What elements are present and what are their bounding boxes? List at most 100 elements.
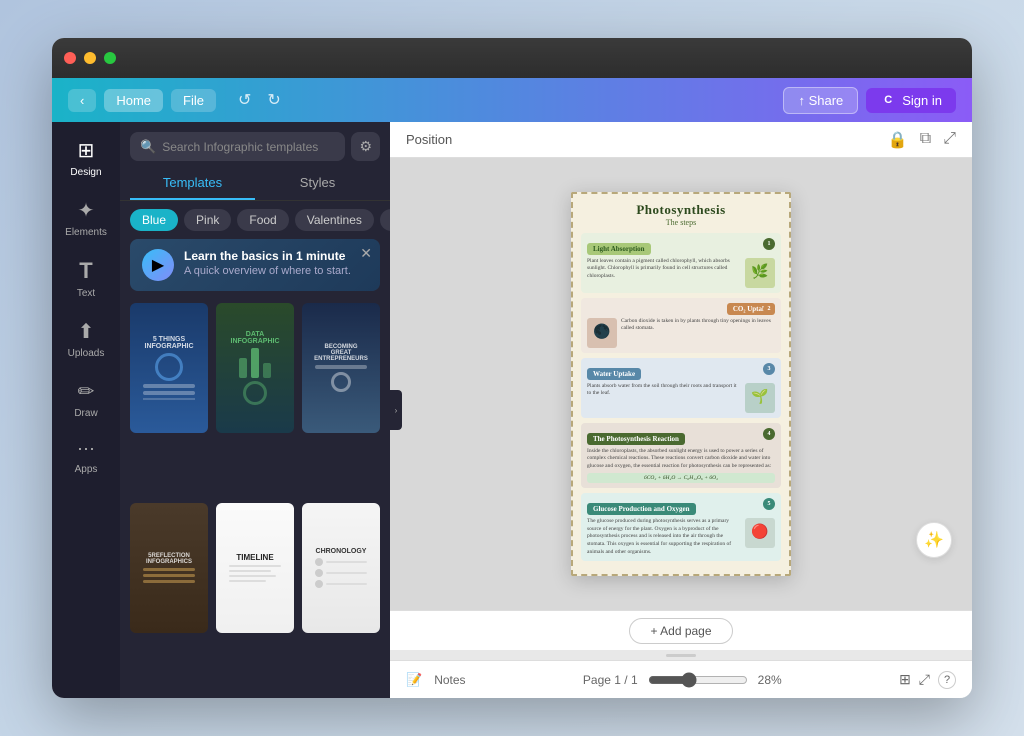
canvas-viewport[interactable]: Photosynthesis The steps 1 Light Absorpt… [390, 158, 972, 610]
lock-icon[interactable]: 🔒 [888, 130, 908, 150]
step-4: 4 The Photosynthesis Reaction Inside the… [581, 423, 781, 488]
minimize-button[interactable] [84, 52, 96, 64]
filter-chips: Blue Pink Food Valentines Bi › [120, 201, 390, 239]
notes-label[interactable]: Notes [434, 673, 465, 687]
bottom-bar-right: ⊞ ⤢ ? [899, 671, 956, 689]
tab-styles[interactable]: Styles [255, 167, 380, 200]
magic-button[interactable]: ✨ [916, 522, 952, 558]
card-circle [331, 372, 351, 392]
add-page-button[interactable]: + Add page [629, 618, 732, 644]
uploads-label: Uploads [68, 348, 105, 359]
help-icon[interactable]: ? [938, 671, 956, 689]
position-label: Position [406, 132, 452, 147]
titlebar [52, 38, 972, 78]
file-label: File [183, 93, 204, 108]
step3-header: Water Uptake [587, 368, 641, 380]
template-card[interactable]: TIMELINE [216, 503, 294, 633]
card-circle [155, 353, 183, 381]
promo-subtitle: A quick overview of where to start. [184, 265, 368, 277]
share-button[interactable]: ↑ Share [783, 87, 858, 114]
card-content: TIMELINE [216, 503, 294, 633]
add-page-bar: + Add page [390, 610, 972, 650]
step1-text: Plant leaves contain a pigment called ch… [587, 258, 741, 281]
search-input-wrap[interactable]: 🔍 [130, 132, 345, 161]
close-button[interactable] [64, 52, 76, 64]
signin-button[interactable]: C Sign in [866, 88, 956, 113]
step2-img: 🌑 [587, 318, 617, 348]
panel-toggle[interactable]: › [390, 390, 402, 430]
template-card[interactable]: 5REFLECTIONINFOGRAPHICS [130, 503, 208, 633]
expand-icon[interactable]: ⤢ [943, 130, 956, 150]
step2-row: 🌑 Carbon dioxide is taken in by plants t… [587, 318, 775, 348]
copy-canvas-icon[interactable]: ⧉ [920, 130, 931, 150]
page-slider[interactable] [648, 672, 748, 688]
tab-row: Templates Styles [120, 167, 390, 201]
template-card[interactable]: DATAINFOGRAPHIC [216, 303, 294, 433]
infographic: Photosynthesis The steps 1 Light Absorpt… [571, 192, 791, 577]
back-button[interactable]: ‹ [68, 89, 96, 112]
search-bar: 🔍 ⚙ [120, 122, 390, 167]
sidebar-item-apps[interactable]: ⋯ Apps [58, 431, 114, 483]
template-card[interactable]: CHRONOLOGY [302, 503, 380, 633]
card-bar [143, 391, 196, 395]
chip-valentines[interactable]: Valentines [295, 209, 374, 231]
card-line [143, 398, 196, 400]
sidebar-item-text[interactable]: T Text [58, 250, 114, 307]
template-card[interactable]: 5 THINGSINFOGRAPHIC [130, 303, 208, 433]
template-grid: 5 THINGSINFOGRAPHIC DATAINFOGRAPHIC [120, 299, 390, 698]
redo-button[interactable]: ↻ [261, 86, 286, 114]
infographic-title: Photosynthesis [581, 202, 781, 218]
zoom-label: 28% [758, 673, 782, 687]
promo-close-button[interactable]: ✕ [360, 245, 372, 262]
share-icon: ↑ [798, 93, 808, 108]
template-card[interactable]: BECOMINGGREATENTREPRENEURS [302, 303, 380, 433]
history-nav: ↺ ↻ [232, 86, 287, 114]
sidebar-item-uploads[interactable]: ⬆ Uploads [58, 311, 114, 367]
card-content: DATAINFOGRAPHIC [216, 303, 294, 433]
card-items [143, 568, 196, 583]
step5-text: The glucose produced during photosynthes… [587, 518, 741, 556]
card-bars [239, 348, 271, 378]
chip-bi[interactable]: Bi [380, 209, 390, 231]
collapse-handle[interactable] [390, 650, 972, 660]
elements-label: Elements [65, 227, 107, 238]
chip-blue[interactable]: Blue [130, 209, 178, 231]
text-label: Text [77, 288, 95, 299]
draw-label: Draw [74, 408, 97, 419]
sidebar-item-design[interactable]: ⊞ Design [58, 130, 114, 186]
step-2: 2 CO₂ Uptake 🌑 Carbon dioxide is taken i… [581, 298, 781, 353]
canvas-area: Position 🔒 ⧉ ⤢ Photosynthesis The steps [390, 122, 972, 698]
chip-pink[interactable]: Pink [184, 209, 231, 231]
step3-row: Plants absorb water from the soil throug… [587, 383, 775, 413]
tab-templates[interactable]: Templates [130, 167, 255, 200]
card-bar [315, 365, 368, 369]
file-button[interactable]: File [171, 89, 216, 112]
apps-label: Apps [75, 464, 98, 475]
search-input[interactable] [162, 140, 335, 154]
promo-icon: ▶ [142, 249, 174, 281]
grid-view-icon[interactable]: ⊞ [899, 671, 911, 688]
formula: 6CO₂ + 6H₂O → C₆H₁₂O₆ + 6O₂ [587, 473, 775, 483]
step1-header: Light Absorption [587, 243, 651, 255]
card-bar [143, 384, 196, 388]
step1-row: Plant leaves contain a pigment called ch… [587, 258, 775, 288]
toolbar: ‹ Home File ↺ ↻ ↑ Share C Sign in [52, 78, 972, 122]
step4-text: Inside the chloroplasts, the absorbed su… [587, 448, 775, 471]
sidebar-item-draw[interactable]: ✏ Draw [58, 371, 114, 427]
step3-text: Plants absorb water from the soil throug… [587, 383, 741, 398]
chip-food[interactable]: Food [237, 209, 288, 231]
fullscreen-icon[interactable]: ⤢ [919, 671, 930, 688]
home-button[interactable]: Home [104, 89, 163, 112]
step5-row: The glucose produced during photosynthes… [587, 518, 775, 556]
uploads-icon: ⬆ [78, 319, 95, 344]
step5-header: Glucose Production and Oxygen [587, 503, 696, 515]
sidebar-item-elements[interactable]: ✦ Elements [58, 190, 114, 246]
design-label: Design [70, 167, 101, 178]
step4-header: The Photosynthesis Reaction [587, 433, 685, 445]
search-icon: 🔍 [140, 139, 156, 155]
undo-button[interactable]: ↺ [232, 86, 257, 114]
card-items [229, 565, 282, 582]
step3-img: 🌱 [745, 383, 775, 413]
maximize-button[interactable] [104, 52, 116, 64]
filter-button[interactable]: ⚙ [351, 132, 380, 161]
